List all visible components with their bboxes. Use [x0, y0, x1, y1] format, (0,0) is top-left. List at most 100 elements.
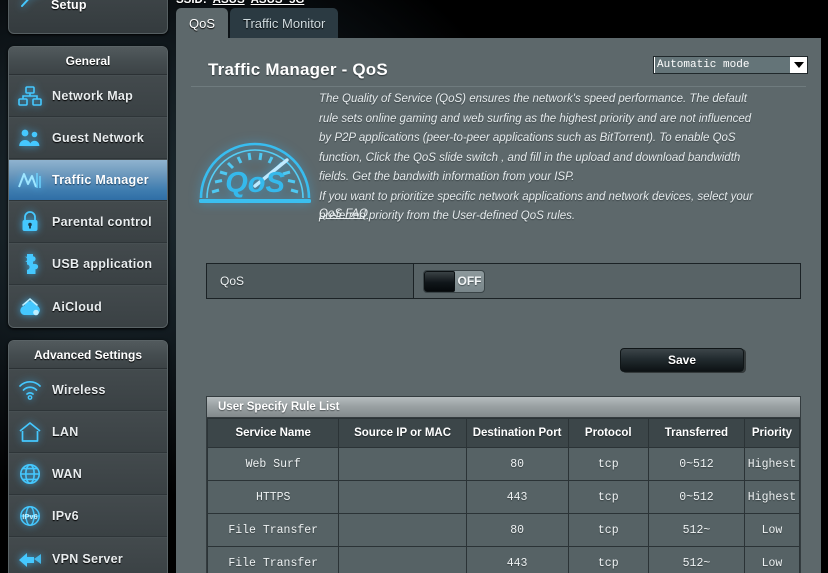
table-header-row: Service Name Source IP or MAC Destinatio…: [208, 419, 800, 448]
col-priority: Priority: [744, 419, 799, 448]
sidebar-item-label: Parental control: [52, 215, 152, 229]
qos-description-p1: The Quality of Service (QoS) ensures the…: [319, 90, 759, 188]
cloud-home-icon: [17, 294, 43, 320]
table-row[interactable]: HTTPS 443 tcp 0~512 Highest: [208, 481, 800, 514]
table-row[interactable]: File Transfer 443 tcp 512~ Low: [208, 547, 800, 573]
cell-service-name: HTTPS: [208, 481, 339, 514]
qos-mode-select[interactable]: Automatic mode: [653, 56, 808, 74]
cell-transferred: 512~: [649, 547, 745, 573]
col-protocol: Protocol: [568, 419, 649, 448]
qos-panel: Traffic Manager - QoS Automatic mode: [176, 38, 821, 573]
sidebar-item-wireless[interactable]: Wireless: [9, 369, 167, 411]
sidebar-item-label: VPN Server: [52, 552, 123, 566]
home-icon: [17, 419, 43, 445]
sidebar-item-traffic-manager[interactable]: Traffic Manager: [9, 159, 167, 201]
cell-priority: Low: [744, 514, 799, 547]
cell-dest-port: 80: [466, 514, 568, 547]
col-service-name: Service Name: [208, 419, 339, 448]
globe-icon: [17, 461, 43, 487]
cell-priority: Highest: [744, 481, 799, 514]
sidebar-item-label: Traffic Manager: [52, 173, 149, 187]
cell-dest-port: 443: [466, 481, 568, 514]
qos-toggle-state: OFF: [455, 274, 484, 288]
puzzle-icon: [17, 251, 43, 277]
guest-network-icon: [17, 125, 43, 151]
cell-dest-port: 443: [466, 547, 568, 573]
wifi-icon: [17, 377, 43, 403]
title-divider: [191, 86, 806, 87]
cell-source: [339, 547, 466, 573]
cell-protocol: tcp: [568, 514, 649, 547]
qos-faq-link[interactable]: QoS FAQ: [319, 208, 368, 220]
sidebar-item-guest-network[interactable]: Guest Network: [9, 117, 167, 159]
sidebar-item-label: Guest Network: [52, 131, 144, 145]
cell-service-name: File Transfer: [208, 547, 339, 573]
sidebar-item-label: Network Map: [52, 89, 133, 103]
main-content: QoS Traffic Monitor Traffic Manager - Qo…: [176, 0, 821, 573]
quick-internet-setup-label: Quick Internet Setup: [51, 0, 138, 13]
sidebar-item-label: Wireless: [52, 383, 106, 397]
cell-priority: Highest: [744, 448, 799, 481]
user-specify-rule-list: User Specify Rule List Service Name Sour…: [206, 396, 801, 573]
vpn-icon: [17, 546, 43, 572]
wand-icon: +: [17, 0, 43, 11]
sidebar-group-advanced-title: Advanced Settings: [9, 341, 167, 369]
sidebar-item-ipv6[interactable]: IPv6 IPv6: [9, 495, 167, 537]
sidebar-item-lan[interactable]: LAN: [9, 411, 167, 453]
cell-transferred: 512~: [649, 514, 745, 547]
save-button[interactable]: Save: [620, 348, 744, 372]
cell-source: [339, 514, 466, 547]
col-transferred: Transferred: [649, 419, 745, 448]
sidebar-item-network-map[interactable]: Network Map: [9, 75, 167, 117]
sidebar-item-aicloud[interactable]: AiCloud: [9, 285, 167, 327]
svg-text:IPv6: IPv6: [22, 512, 37, 521]
sidebar-item-label: USB application: [52, 257, 152, 271]
table-row[interactable]: Web Surf 80 tcp 0~512 Highest: [208, 448, 800, 481]
sidebar-item-label: IPv6: [52, 509, 79, 523]
col-destination-port: Destination Port: [466, 419, 568, 448]
col-source-ip-or-mac: Source IP or MAC: [339, 419, 466, 448]
sidebar-item-wan[interactable]: WAN: [9, 453, 167, 495]
qos-toggle-label: QoS: [207, 264, 414, 298]
cell-dest-port: 80: [466, 448, 568, 481]
sidebar-item-usb-application[interactable]: USB application: [9, 243, 167, 285]
cell-source: [339, 481, 466, 514]
sidebar: + Quick Internet Setup General: [8, 0, 168, 573]
traffic-manager-icon: [17, 167, 43, 193]
cell-source: [339, 448, 466, 481]
chevron-down-icon[interactable]: [790, 57, 807, 73]
qos-toggle-knob[interactable]: [424, 271, 455, 292]
sidebar-item-label: AiCloud: [52, 300, 102, 314]
rule-list-caption: User Specify Rule List: [207, 397, 800, 418]
sidebar-item-parental-control[interactable]: Parental control: [9, 201, 167, 243]
qos-description-p2: If you want to prioritize specific netwo…: [319, 188, 759, 227]
cell-transferred: 0~512: [649, 481, 745, 514]
qos-toggle-switch[interactable]: OFF: [423, 270, 485, 293]
sidebar-item-label: WAN: [52, 467, 82, 481]
tab-traffic-monitor[interactable]: Traffic Monitor: [230, 8, 338, 38]
qos-description: The Quality of Service (QoS) ensures the…: [319, 90, 759, 227]
page-title: Traffic Manager - QoS: [208, 60, 388, 80]
lock-icon: [17, 209, 43, 235]
cell-protocol: tcp: [568, 481, 649, 514]
sidebar-group-general-title: General: [9, 47, 167, 75]
qos-mode-value: Automatic mode: [655, 57, 790, 73]
sidebar-group-general: General Network Map: [8, 46, 168, 328]
router-admin-page: SSID:ASUSASUS_5G + Quick Internet Se: [0, 0, 828, 573]
table-row[interactable]: File Transfer 80 tcp 512~ Low: [208, 514, 800, 547]
sidebar-item-vpn-server[interactable]: VPN Server: [9, 537, 167, 573]
cell-protocol: tcp: [568, 547, 649, 573]
rule-table: Service Name Source IP or MAC Destinatio…: [207, 418, 800, 573]
qos-speedometer-icon: QoS: [191, 116, 319, 216]
cell-service-name: Web Surf: [208, 448, 339, 481]
tab-qos[interactable]: QoS: [176, 8, 228, 38]
cell-priority: Low: [744, 547, 799, 573]
cell-service-name: File Transfer: [208, 514, 339, 547]
quick-internet-setup-button[interactable]: + Quick Internet Setup: [8, 0, 168, 34]
cell-transferred: 0~512: [649, 448, 745, 481]
tab-bar: QoS Traffic Monitor: [176, 8, 340, 38]
ipv6-icon: IPv6: [17, 503, 43, 529]
sidebar-group-advanced: Advanced Settings Wireless: [8, 340, 168, 573]
cell-protocol: tcp: [568, 448, 649, 481]
qos-toggle-row: QoS OFF: [206, 263, 801, 299]
